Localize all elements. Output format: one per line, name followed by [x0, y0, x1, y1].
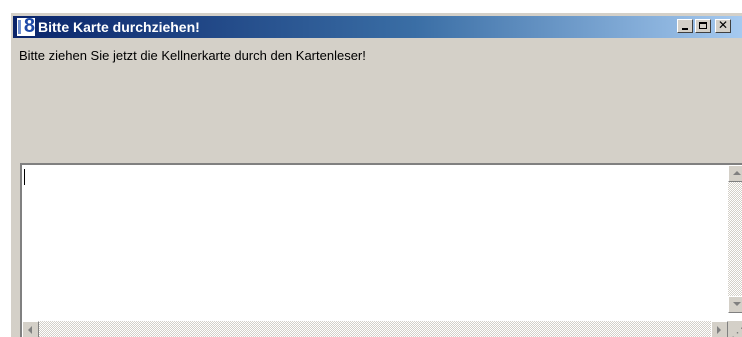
title-bar[interactable]: 8 Bitte Karte durchziehen! ✕	[13, 16, 742, 38]
card-input-field[interactable]: ⋰	[20, 163, 742, 337]
scroll-left-button[interactable]	[22, 321, 39, 337]
arrow-left-icon	[28, 326, 32, 334]
resize-grip-icon[interactable]: ⋰	[728, 321, 742, 337]
close-button[interactable]: ✕	[715, 19, 731, 33]
text-caret	[24, 169, 25, 185]
arrow-up-icon	[733, 171, 741, 175]
minimize-button[interactable]	[677, 19, 693, 33]
maximize-button[interactable]	[695, 19, 711, 33]
scroll-up-button[interactable]	[728, 165, 742, 182]
scroll-down-button[interactable]	[728, 296, 742, 313]
instruction-text: Bitte ziehen Sie jetzt die Kellnerkarte …	[19, 48, 366, 63]
app-logo-icon: 8	[17, 18, 35, 36]
minimize-icon	[682, 28, 688, 30]
maximize-icon	[699, 22, 707, 29]
scroll-right-button[interactable]	[711, 321, 728, 337]
arrow-down-icon	[733, 302, 741, 306]
arrow-right-icon	[717, 326, 721, 334]
dialog-window: 8 Bitte Karte durchziehen! ✕ Bitte ziehe…	[10, 12, 742, 337]
horizontal-scrollbar[interactable]	[22, 321, 728, 337]
close-icon: ✕	[717, 18, 729, 32]
window-title: Bitte Karte durchziehen!	[38, 19, 200, 35]
vertical-scrollbar[interactable]	[728, 165, 742, 313]
